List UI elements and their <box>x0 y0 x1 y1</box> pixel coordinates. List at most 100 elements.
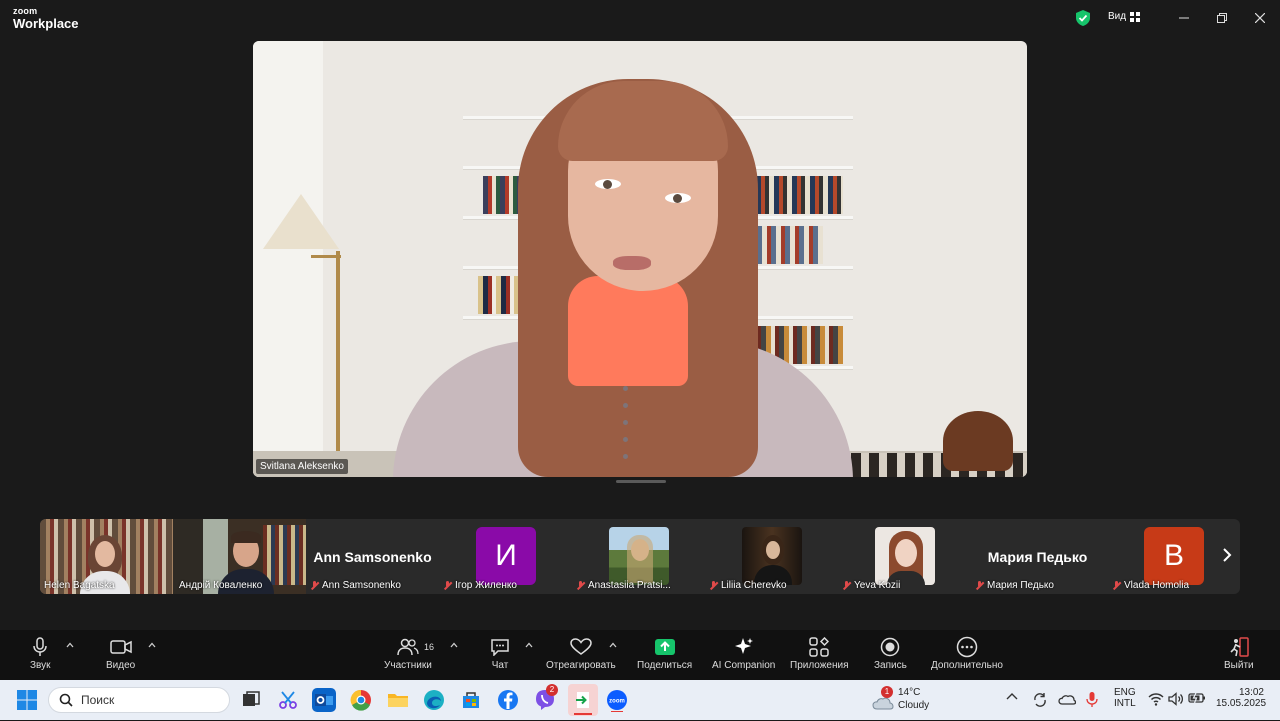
chevron-up-icon <box>1006 693 1018 700</box>
lamp-pole <box>336 251 340 477</box>
participants-button[interactable]: Участники <box>384 634 432 671</box>
participant-photo <box>609 527 669 585</box>
zoom-logo: zoom Workplace <box>13 7 79 31</box>
leave-button[interactable]: Выйти <box>1224 634 1254 671</box>
start-button[interactable] <box>15 688 39 712</box>
language-indicator[interactable]: ENG INTL <box>1114 687 1136 709</box>
side-table <box>943 411 1013 471</box>
cloud-storage-icon <box>1058 695 1077 705</box>
participant-name: Мария Педько <box>975 580 1054 591</box>
battery-tray-icon[interactable] <box>1188 692 1206 707</box>
tray-expand-button[interactable] <box>1006 692 1018 703</box>
search-placeholder: Поиск <box>81 693 115 707</box>
zoom-icon: zoom <box>607 690 627 713</box>
react-button[interactable]: Отреагировать <box>546 634 616 671</box>
participants-options-caret[interactable] <box>450 640 458 650</box>
more-label: Дополнительно <box>931 660 1003 671</box>
security-shield-icon[interactable] <box>1075 10 1091 26</box>
speaker-mouth <box>613 256 651 270</box>
task-view-icon <box>243 691 260 706</box>
task-view-button[interactable] <box>239 688 263 712</box>
logo-bottom-text: Workplace <box>13 16 79 31</box>
leave-label: Выйти <box>1224 660 1254 671</box>
chrome-button[interactable] <box>349 688 373 712</box>
close-button[interactable] <box>1250 8 1270 28</box>
edge-button[interactable] <box>422 688 446 712</box>
share-label: Поделиться <box>637 660 693 671</box>
volume-tray-icon[interactable] <box>1168 692 1184 709</box>
share-screen-icon <box>654 639 675 655</box>
microphone-in-use-icon <box>1086 692 1098 707</box>
participant-tile[interactable]: B Vlada Homolia <box>1104 519 1237 594</box>
participants-icon <box>397 638 419 656</box>
onedrive-tray-icon[interactable] <box>1058 692 1077 709</box>
store-button[interactable] <box>459 688 483 712</box>
video-options-caret[interactable] <box>148 640 156 650</box>
participant-name: Helen Bagatska <box>44 580 115 591</box>
participant-tile[interactable]: Yeva Kozii <box>838 519 971 594</box>
clock[interactable]: 13:02 15.05.2025 <box>1216 687 1267 709</box>
audio-options-caret[interactable] <box>66 640 74 650</box>
minimize-button[interactable] <box>1174 8 1194 28</box>
wall <box>253 41 323 477</box>
participant-tile[interactable]: Андрій Коваленко <box>173 519 306 594</box>
participant-name-text: Yeva Kozii <box>854 580 901 591</box>
right-eye <box>665 193 691 203</box>
wifi-tray-icon[interactable] <box>1148 692 1164 709</box>
active-app-button[interactable] <box>568 684 598 716</box>
participant-tile[interactable]: Helen Bagatska <box>40 519 173 594</box>
folder-icon <box>388 694 408 707</box>
participant-tile[interactable]: Anastasiia Pratsi... <box>572 519 705 594</box>
gallery-next-button[interactable] <box>1222 546 1232 569</box>
main-speaker-video[interactable]: Svitlana Aleksenko <box>253 41 1027 477</box>
share-button[interactable]: Поделиться <box>637 634 692 671</box>
taskbar-search[interactable]: Поиск <box>48 687 230 713</box>
outlook-button[interactable] <box>312 688 336 712</box>
view-button[interactable]: Вид <box>1108 11 1141 22</box>
facebook-button[interactable] <box>496 688 520 712</box>
viber-button[interactable]: 2 <box>533 684 558 712</box>
participant-name-text: Ann Samsonenko <box>322 580 401 591</box>
restore-button[interactable] <box>1212 8 1232 28</box>
chrome-icon <box>350 689 371 711</box>
resize-handle[interactable] <box>616 480 666 483</box>
chevron-up-icon <box>148 642 156 648</box>
more-icon <box>956 636 978 658</box>
windows-taskbar: Поиск 2 zoom 1 14°C Cloudy ENG INTL 13:0… <box>0 680 1280 720</box>
close-icon <box>1254 12 1266 24</box>
title-bar: zoom Workplace Вид <box>0 0 1280 36</box>
weather-temp: 14°C <box>898 687 921 698</box>
clock-date: 15.05.2025 <box>1216 698 1267 709</box>
file-explorer-button[interactable] <box>386 688 410 712</box>
ai-companion-label: AI Companion <box>712 660 776 671</box>
video-button[interactable]: Видео <box>106 634 135 671</box>
participant-tile[interactable]: Liliia Cherevko <box>705 519 838 594</box>
mic-muted-icon <box>1112 580 1121 591</box>
participant-photo <box>742 527 802 585</box>
participants-label: Участники <box>384 660 432 671</box>
react-options-caret[interactable] <box>609 640 617 650</box>
chevron-up-icon <box>525 642 533 648</box>
speaker-icon <box>1168 692 1184 706</box>
sync-tray-icon[interactable] <box>1032 692 1048 711</box>
zoom-taskbar-button[interactable]: zoom <box>605 688 629 713</box>
participant-tile[interactable]: Ann Samsonenko Ann Samsonenko <box>306 519 439 594</box>
chat-button[interactable]: Чат <box>490 634 510 671</box>
participant-tile[interactable]: И Ігор Жиленко <box>439 519 572 594</box>
participant-tile[interactable]: Мария Педько Мария Педько <box>971 519 1104 594</box>
more-button[interactable]: Дополнительно <box>931 634 1003 671</box>
chat-icon <box>491 639 509 656</box>
participant-name: Vlada Homolia <box>1112 580 1189 591</box>
facebook-icon <box>498 690 518 710</box>
mic-tray-icon[interactable] <box>1086 691 1098 712</box>
record-button[interactable]: Запись <box>874 634 907 671</box>
participant-avatar: B <box>1144 527 1204 585</box>
ai-companion-button[interactable]: AI Companion <box>712 634 775 671</box>
audio-button[interactable]: Звук <box>30 634 51 671</box>
chevron-up-icon <box>66 642 74 648</box>
snipping-tool-button[interactable] <box>276 688 300 712</box>
scissors-icon <box>279 691 297 709</box>
participant-name-text: Андрій Коваленко <box>179 580 263 591</box>
apps-button[interactable]: Приложения <box>790 634 849 671</box>
chat-options-caret[interactable] <box>525 640 533 650</box>
